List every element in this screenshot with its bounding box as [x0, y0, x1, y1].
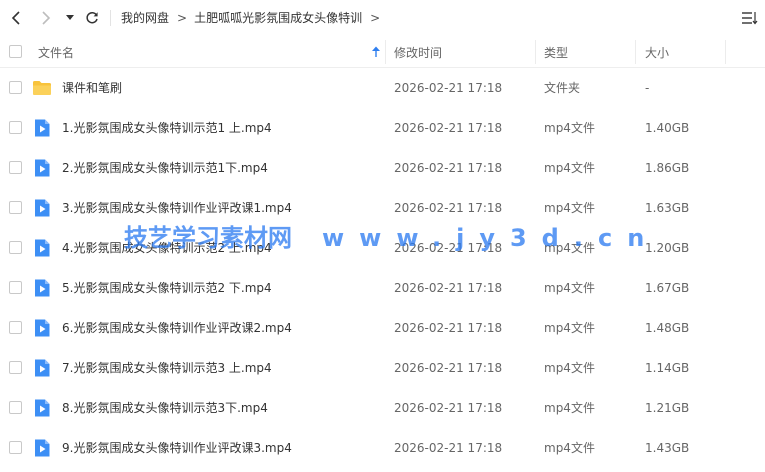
- file-row[interactable]: 2.光影氛围成女头像特训示范1下.mp4 2026-02-21 17:18 mp…: [0, 148, 765, 188]
- file-modified-time: 2026-02-21 17:18: [394, 121, 503, 135]
- folder-icon: [33, 81, 51, 95]
- navigation-separator: [110, 10, 111, 26]
- row-checkbox[interactable]: [9, 401, 22, 414]
- file-type: 文件夹: [544, 81, 581, 95]
- breadcrumb-separator-icon[interactable]: >: [370, 11, 380, 25]
- column-divider[interactable]: [385, 40, 386, 64]
- file-modified-time: 2026-02-21 17:18: [394, 321, 503, 335]
- file-name[interactable]: 5.光影氛围成女头像特训示范2 下.mp4: [62, 268, 272, 308]
- video-file-icon: [35, 119, 50, 137]
- video-file-icon: [35, 159, 50, 177]
- file-type: mp4文件: [544, 201, 595, 215]
- video-file-icon: [35, 439, 50, 457]
- row-checkbox[interactable]: [9, 281, 22, 294]
- file-row[interactable]: 7.光影氛围成女头像特训示范3 上.mp4 2026-02-21 17:18 m…: [0, 348, 765, 388]
- file-type: mp4文件: [544, 321, 595, 335]
- file-row[interactable]: 8.光影氛围成女头像特训示范3下.mp4 2026-02-21 17:18 mp…: [0, 388, 765, 428]
- video-file-icon: [35, 279, 50, 297]
- video-file-icon: [35, 359, 50, 377]
- file-name[interactable]: 7.光影氛围成女头像特训示范3 上.mp4: [62, 348, 272, 388]
- video-file-icon: [35, 239, 50, 257]
- file-type: mp4文件: [544, 361, 595, 375]
- video-file-icon: [35, 399, 50, 417]
- file-size: 1.86GB: [645, 161, 690, 175]
- file-type: mp4文件: [544, 401, 595, 415]
- file-size: 1.63GB: [645, 201, 690, 215]
- file-modified-time: 2026-02-21 17:18: [394, 81, 503, 95]
- column-divider[interactable]: [725, 40, 726, 64]
- chevron-left-icon: [11, 11, 20, 25]
- refresh-icon: [86, 11, 98, 24]
- file-row-folder[interactable]: 课件和笔刷 2026-02-21 17:18 文件夹 -: [0, 68, 765, 108]
- column-header-name[interactable]: 文件名: [38, 36, 74, 68]
- file-size: 1.21GB: [645, 401, 690, 415]
- row-checkbox[interactable]: [9, 241, 22, 254]
- list-sort-icon: [742, 12, 758, 25]
- file-list: 课件和笔刷 2026-02-21 17:18 文件夹 - 1.光影氛围成女头像特…: [0, 68, 765, 468]
- column-header-modified[interactable]: 修改时间: [394, 36, 442, 68]
- file-name[interactable]: 9.光影氛围成女头像特训作业评改课3.mp4: [62, 428, 292, 468]
- file-type: mp4文件: [544, 161, 595, 175]
- file-type: mp4文件: [544, 281, 595, 295]
- row-checkbox[interactable]: [9, 161, 22, 174]
- history-dropdown-button[interactable]: [62, 8, 78, 28]
- refresh-button[interactable]: [82, 8, 102, 28]
- file-size: 1.67GB: [645, 281, 690, 295]
- column-header-type[interactable]: 类型: [544, 36, 568, 68]
- column-divider[interactable]: [535, 40, 536, 64]
- file-row[interactable]: 4.光影氛围成女头像特训示范2 上.mp4 2026-02-21 17:18 m…: [0, 228, 765, 268]
- file-name[interactable]: 6.光影氛围成女头像特训作业评改课2.mp4: [62, 308, 292, 348]
- file-type: mp4文件: [544, 441, 595, 455]
- file-name[interactable]: 4.光影氛围成女头像特训示范2 上.mp4: [62, 228, 272, 268]
- top-navigation-bar: 我的网盘 > 土肥呱呱光影氛围成女头像特训 >: [0, 0, 765, 36]
- file-type: mp4文件: [544, 121, 595, 135]
- file-name[interactable]: 课件和笔刷: [62, 68, 122, 108]
- column-header-size[interactable]: 大小: [645, 36, 669, 68]
- file-row[interactable]: 9.光影氛围成女头像特训作业评改课3.mp4 2026-02-21 17:18 …: [0, 428, 765, 468]
- row-checkbox[interactable]: [9, 361, 22, 374]
- file-name[interactable]: 1.光影氛围成女头像特训示范1 上.mp4: [62, 108, 272, 148]
- row-checkbox[interactable]: [9, 121, 22, 134]
- file-type: mp4文件: [544, 241, 595, 255]
- breadcrumb-item-current-folder[interactable]: 土肥呱呱光影氛围成女头像特训: [194, 9, 362, 26]
- row-checkbox[interactable]: [9, 441, 22, 454]
- file-name[interactable]: 3.光影氛围成女头像特训作业评改课1.mp4: [62, 188, 292, 228]
- file-size: 1.14GB: [645, 361, 690, 375]
- forward-button[interactable]: [36, 8, 56, 28]
- breadcrumb: 我的网盘 > 土肥呱呱光影氛围成女头像特训 >: [121, 9, 387, 26]
- sort-ascending-icon[interactable]: [370, 45, 382, 59]
- file-size: 1.43GB: [645, 441, 690, 455]
- file-list-header: 文件名 修改时间 类型 大小: [0, 36, 765, 68]
- file-modified-time: 2026-02-21 17:18: [394, 401, 503, 415]
- column-divider[interactable]: [635, 40, 636, 64]
- row-checkbox[interactable]: [9, 201, 22, 214]
- video-file-icon: [35, 199, 50, 217]
- file-row[interactable]: 3.光影氛围成女头像特训作业评改课1.mp4 2026-02-21 17:18 …: [0, 188, 765, 228]
- video-file-icon: [35, 319, 50, 337]
- chevron-right-icon: [42, 11, 51, 25]
- row-checkbox[interactable]: [9, 321, 22, 334]
- view-mode-button[interactable]: [741, 9, 759, 27]
- file-modified-time: 2026-02-21 17:18: [394, 441, 503, 455]
- caret-down-icon: [66, 15, 74, 20]
- file-size: 1.40GB: [645, 121, 690, 135]
- file-modified-time: 2026-02-21 17:18: [394, 201, 503, 215]
- file-name[interactable]: 2.光影氛围成女头像特训示范1下.mp4: [62, 148, 268, 188]
- file-size: 1.20GB: [645, 241, 690, 255]
- file-row[interactable]: 1.光影氛围成女头像特训示范1 上.mp4 2026-02-21 17:18 m…: [0, 108, 765, 148]
- file-modified-time: 2026-02-21 17:18: [394, 241, 503, 255]
- row-checkbox[interactable]: [9, 81, 22, 94]
- breadcrumb-separator-icon: >: [177, 10, 188, 25]
- back-button[interactable]: [6, 8, 26, 28]
- file-size: 1.48GB: [645, 321, 690, 335]
- file-modified-time: 2026-02-21 17:18: [394, 161, 503, 175]
- file-name[interactable]: 8.光影氛围成女头像特训示范3下.mp4: [62, 388, 268, 428]
- file-size: -: [645, 81, 650, 95]
- select-all-checkbox[interactable]: [9, 45, 22, 58]
- file-modified-time: 2026-02-21 17:18: [394, 281, 503, 295]
- file-modified-time: 2026-02-21 17:18: [394, 361, 503, 375]
- file-row[interactable]: 5.光影氛围成女头像特训示范2 下.mp4 2026-02-21 17:18 m…: [0, 268, 765, 308]
- breadcrumb-item-my-drive[interactable]: 我的网盘: [121, 9, 169, 26]
- file-row[interactable]: 6.光影氛围成女头像特训作业评改课2.mp4 2026-02-21 17:18 …: [0, 308, 765, 348]
